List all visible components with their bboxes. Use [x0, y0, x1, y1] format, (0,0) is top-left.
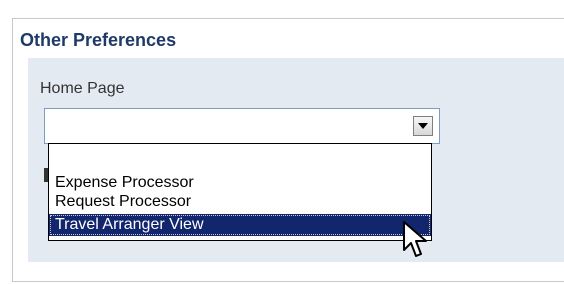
dropdown-option-request-processor[interactable]: Request Processor — [49, 192, 431, 211]
home-page-label: Home Page — [40, 80, 125, 97]
home-page-select[interactable] — [44, 108, 440, 144]
dropdown-option-expense-processor[interactable]: Expense Processor — [49, 173, 431, 192]
chevron-down-icon — [418, 123, 428, 129]
home-page-dropdown-list: Expense Processor Request Processor Trav… — [48, 143, 432, 241]
pointer-cursor-icon — [403, 221, 427, 257]
dropdown-option-blank[interactable] — [49, 154, 431, 173]
dropdown-button[interactable] — [413, 116, 433, 136]
section-title: Other Preferences — [20, 30, 177, 50]
dropdown-option-travel-arranger-view[interactable]: Travel Arranger View — [49, 214, 431, 236]
